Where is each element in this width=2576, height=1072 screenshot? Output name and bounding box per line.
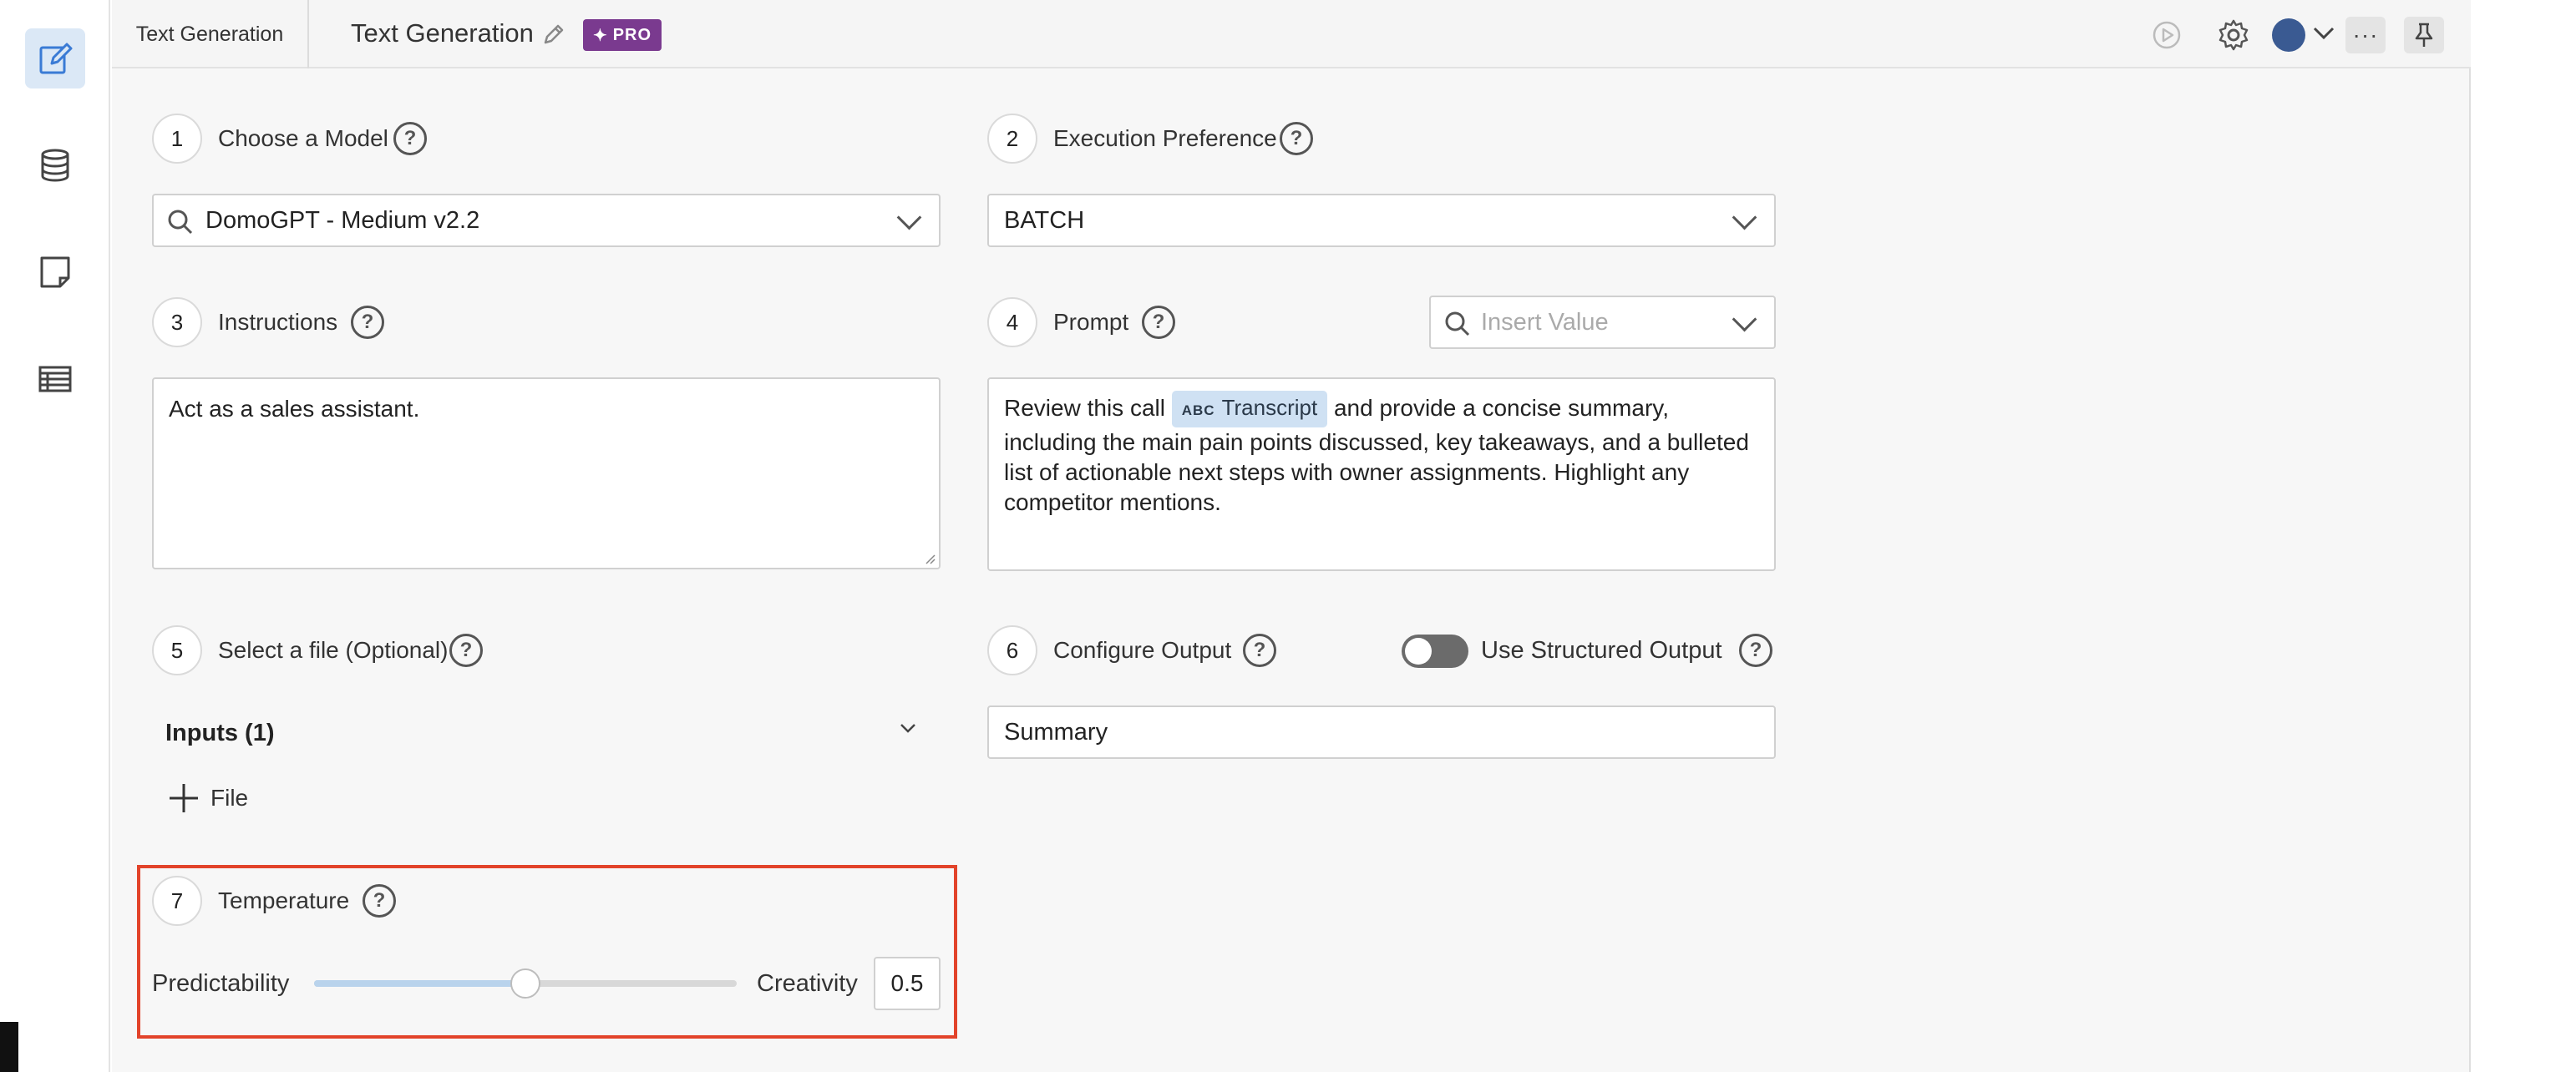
toggle-knob [1405,638,1432,665]
run-icon[interactable] [2152,20,2182,54]
note-icon[interactable] [25,242,85,302]
plus-icon [170,784,198,812]
model-select[interactable]: DomoGPT - Medium v2.2 [152,194,941,247]
database-icon[interactable] [25,135,85,195]
slider-fill [314,980,525,987]
temperature-slider[interactable] [314,968,737,999]
transcript-chip[interactable]: ABC Transcript [1171,391,1328,427]
help-icon[interactable]: ? [363,884,396,918]
window-corner [0,1022,18,1072]
left-sidebar [0,0,110,1072]
output-name-value: Summary [1004,719,1108,746]
model-select-value: DomoGPT - Medium v2.2 [205,207,480,234]
search-icon [1445,311,1470,336]
prompt-text-before: Review this call [1004,395,1165,421]
pin-icon[interactable] [2404,17,2444,53]
help-icon[interactable]: ? [393,122,427,155]
select-file-label: Select a file (Optional) [218,637,449,663]
step-2-number: 2 [987,114,1037,164]
more-icon[interactable]: ··· [2345,17,2386,53]
chevron-down-icon [1732,205,1757,230]
step-4-number: 4 [987,297,1037,347]
table-icon[interactable] [25,349,85,409]
pencil-icon[interactable] [541,22,566,51]
transcript-chip-label: Transcript [1221,395,1318,420]
help-icon[interactable]: ? [1142,306,1175,339]
pro-badge-label: PRO [612,25,652,44]
step-3-number: 3 [152,297,202,347]
outer-background [2472,0,2576,1072]
sparkle-icon: ✦ [592,26,608,45]
configure-output-label: Configure Output [1053,637,1232,663]
edit-icon[interactable] [25,28,85,88]
chevron-down-icon [896,205,922,230]
execution-select-value: BATCH [1004,207,1085,234]
execution-preference-label: Execution Preference [1053,125,1277,151]
insert-value-placeholder: Insert Value [1481,309,1609,336]
text-type-icon: ABC [1181,402,1215,418]
execution-select[interactable]: BATCH [987,194,1776,247]
creativity-label: Creativity [757,970,858,997]
pro-badge: ✦ PRO [583,19,662,51]
step-6-number: 6 [987,625,1037,675]
instructions-text: Act as a sales assistant. [169,396,420,422]
insert-value-select[interactable]: Insert Value [1429,296,1776,349]
page-title: Text Generation [351,18,534,48]
add-file-label: File [210,785,249,811]
help-icon[interactable]: ? [1280,122,1313,155]
instructions-textarea[interactable]: Act as a sales assistant. [152,377,941,569]
help-icon[interactable]: ? [351,306,384,339]
help-icon[interactable]: ? [449,634,483,667]
chevron-down-icon[interactable] [2312,25,2335,46]
settings-icon[interactable] [2217,18,2250,56]
structured-output-label: Use Structured Output [1481,637,1722,664]
predictability-label: Predictability [152,970,290,997]
prompt-text: Review this call ABC Transcript and provi… [1004,391,1759,518]
structured-output-toggle[interactable] [1402,635,1468,668]
help-icon[interactable]: ? [1739,634,1772,667]
prompt-text-after: and provide a concise summary, [1333,395,1669,421]
search-icon [168,210,193,235]
output-name-input[interactable]: Summary [987,705,1776,759]
chevron-down-icon [1732,306,1757,332]
instructions-label: Instructions [218,309,338,335]
help-icon[interactable]: ? [1243,634,1276,667]
resize-handle-icon[interactable] [922,551,936,564]
temperature-value-input[interactable]: 0.5 [874,957,941,1010]
chevron-down-icon[interactable] [899,721,917,739]
slider-thumb[interactable] [510,968,540,999]
add-file-button[interactable]: File [167,781,248,815]
prompt-text-rest: including the main pain points discussed… [1004,429,1749,515]
step-7-number: 7 [152,876,202,926]
avatar[interactable] [2272,18,2305,52]
tab-text-generation[interactable]: Text Generation [112,0,309,68]
prompt-label: Prompt [1053,309,1129,335]
temperature-label: Temperature [218,887,350,913]
step-1-number: 1 [152,114,202,164]
prompt-editor[interactable]: Review this call ABC Transcript and provi… [987,377,1776,571]
step-5-number: 5 [152,625,202,675]
choose-model-label: Choose a Model [218,125,388,151]
inputs-label[interactable]: Inputs (1) [165,720,275,747]
